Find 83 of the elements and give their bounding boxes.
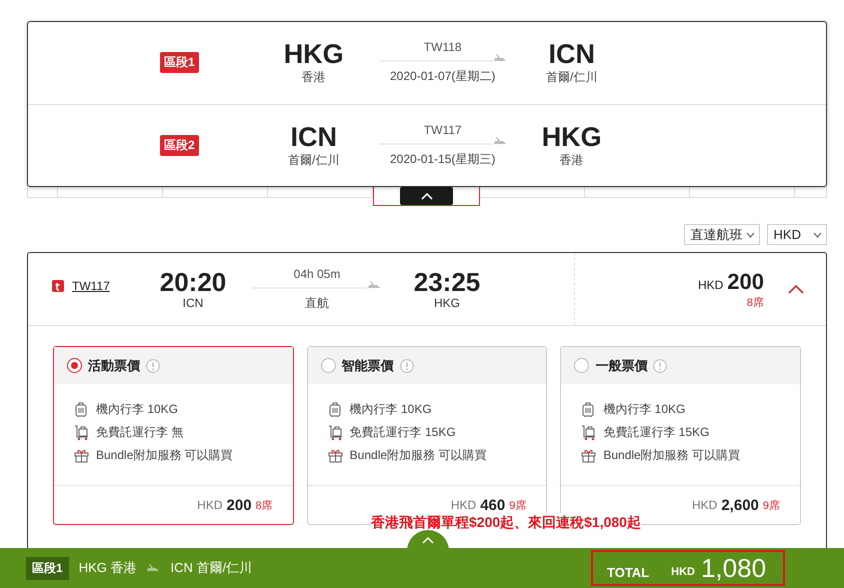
fare-feature: 機內行李 10KG — [603, 401, 686, 418]
radio-button[interactable] — [67, 358, 82, 373]
suitcase-icon — [328, 402, 343, 418]
luggage-cart-icon — [328, 424, 343, 440]
info-icon — [400, 358, 414, 372]
suitcase-icon — [581, 402, 596, 418]
price-amount: 460 — [480, 496, 506, 514]
fare-feature: 免費託運行李 15KG — [603, 424, 710, 441]
segment-badge: 區段1 — [26, 556, 69, 580]
plane-icon — [492, 136, 507, 145]
flight-number: TW118 — [424, 40, 462, 54]
plane-icon — [367, 280, 381, 288]
gift-icon — [328, 448, 343, 464]
seats-left: 9席 — [762, 498, 780, 512]
radio-button[interactable] — [574, 358, 590, 373]
flight-date: 2020-01-07(星期二) — [390, 68, 496, 86]
route-destination: ICN 首爾/仁川 — [170, 559, 252, 577]
flight-number-link[interactable]: TW117 — [72, 279, 110, 293]
info-icon — [146, 358, 160, 372]
currency-label: HKD — [698, 278, 724, 292]
price-amount: 2,600 — [721, 496, 759, 514]
fare-name: 一般票價 — [595, 356, 648, 374]
collapse-button[interactable] — [400, 187, 453, 205]
arrival-time: 23:25 — [414, 268, 480, 296]
airport-code: ICN — [182, 296, 204, 310]
flight-number: TW117 — [424, 122, 462, 137]
city-name: 香港 — [302, 69, 326, 86]
price-amount: 200 — [226, 496, 252, 514]
fare-feature: 機內行李 10KG — [96, 401, 178, 418]
radio-button[interactable] — [320, 358, 336, 373]
caret-icon — [813, 232, 822, 238]
gift-icon — [581, 448, 596, 464]
price-amount: 200 — [727, 268, 764, 294]
airport-code: ICN — [290, 122, 337, 152]
route-origin: HKG 香港 — [78, 559, 136, 577]
fare-feature: Bundle附加服務 可以購買 — [350, 447, 486, 464]
currency-label: HKD — [197, 498, 223, 512]
filter-dropdown[interactable]: 直達航班 — [684, 224, 760, 245]
currency-label: HKD — [692, 498, 718, 512]
fare-feature: Bundle附加服務 可以購買 — [603, 447, 740, 464]
chevron-up-icon — [788, 284, 804, 294]
airport-code: ICN — [548, 39, 595, 70]
info-icon — [653, 358, 668, 372]
currency-label: HKD — [671, 566, 695, 578]
flight-date: 2020-01-15(星期三) — [390, 150, 496, 168]
airport-code: HKG — [434, 296, 460, 310]
stops-text: 直航 — [305, 294, 329, 312]
promo-text: 香港飛首爾單程$200起、來回連稅$1,080起 — [371, 513, 641, 531]
filter-dropdown[interactable]: HKD — [766, 224, 827, 245]
expand-toggle[interactable] — [788, 284, 804, 294]
segment-badge: 區段2 — [160, 134, 199, 156]
plane-icon — [146, 564, 160, 572]
suitcase-icon — [74, 402, 89, 418]
total-amount: 1,080 — [700, 552, 766, 584]
selected-date-cell[interactable] — [373, 187, 480, 206]
fare-feature: Bundle附加服務 可以購買 — [96, 447, 233, 464]
plane-icon — [492, 54, 507, 62]
city-name: 香港 — [560, 152, 584, 169]
flight-duration: 04h 05m — [294, 266, 340, 280]
chevron-up-icon — [422, 536, 434, 544]
seats-left: 8席 — [256, 498, 273, 512]
fare-card[interactable]: 活動票價 機內行李 10KG 免費託運行李 無 Bundle附加服務 可以購買 HKD 200 8席 — [53, 346, 294, 525]
airport-code: HKG — [284, 39, 344, 70]
fare-feature: 免費託運行李 無 — [96, 424, 184, 441]
segment-badge: 區段1 — [160, 52, 199, 74]
fare-name: 智能票價 — [342, 356, 394, 374]
currency-label: HKD — [450, 498, 476, 512]
caret-icon — [746, 232, 755, 238]
fare-name: 活動票價 — [88, 356, 140, 374]
airport-code: HKG — [542, 122, 602, 152]
airline-logo-icon — [52, 280, 64, 292]
city-name: 首爾/仁川 — [288, 152, 340, 169]
fare-feature: 機內行李 10KG — [350, 401, 432, 418]
city-name: 首爾/仁川 — [546, 69, 598, 86]
fare-feature: 免費託運行李 15KG — [350, 424, 456, 441]
luggage-cart-icon — [74, 424, 89, 440]
seats-left: 9席 — [509, 498, 526, 512]
departure-time: 20:20 — [160, 268, 226, 296]
chevron-up-icon — [420, 192, 432, 200]
total-label: TOTAL — [607, 564, 650, 580]
seats-left: 8席 — [746, 296, 764, 310]
gift-icon — [74, 448, 89, 464]
luggage-cart-icon — [581, 424, 596, 440]
